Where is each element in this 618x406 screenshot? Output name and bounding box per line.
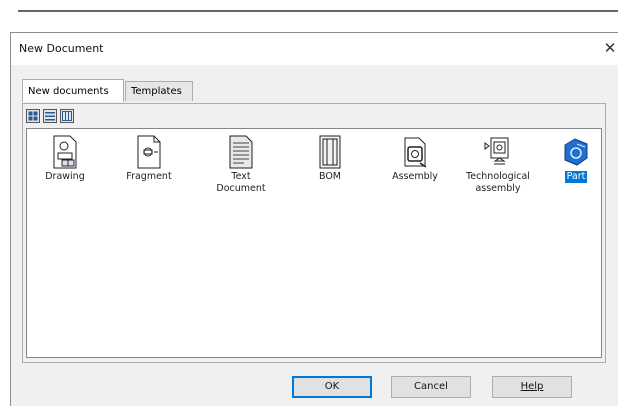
doc-label-assembly: Assembly [392, 171, 438, 182]
doc-item-drawing[interactable]: Drawing [29, 135, 101, 183]
cancel-button[interactable]: Cancel [391, 376, 471, 398]
large-icons-icon [28, 111, 38, 121]
text-document-icon [229, 135, 253, 169]
divider [18, 10, 618, 12]
document-type-list: Drawing Fragment Text Document BOM Assem… [26, 128, 602, 358]
doc-label-text-document: Text Document [216, 171, 266, 194]
doc-item-text-document[interactable]: Text Document [205, 135, 277, 195]
dialog-titlebar: New Document ✕ [11, 33, 618, 65]
new-document-dialog: New Document ✕ New documents Templates D… [10, 32, 618, 406]
assembly-icon [404, 137, 427, 168]
close-button[interactable]: ✕ [602, 39, 618, 57]
doc-label-bom: BOM [318, 171, 342, 182]
tab-panel: Drawing Fragment Text Document BOM Assem… [22, 103, 606, 363]
list-icon [45, 112, 55, 121]
dialog-title: New Document [19, 42, 104, 55]
drawing-icon [53, 135, 77, 169]
details-icon [62, 111, 72, 121]
bom-icon [319, 135, 341, 169]
background-header [0, 0, 618, 24]
ok-button[interactable]: OK [292, 376, 372, 398]
help-button-label: Help [520, 381, 544, 392]
part-icon [564, 138, 588, 166]
help-button[interactable]: Help [492, 376, 572, 398]
doc-item-technological-assembly[interactable]: Technological assembly [462, 135, 534, 195]
tab-new-documents[interactable]: New documents [22, 79, 124, 102]
doc-item-assembly[interactable]: Assembly [379, 135, 451, 183]
doc-label-technological-assembly: Technological assembly [466, 171, 530, 194]
doc-label-part: Part [564, 171, 588, 183]
doc-item-bom[interactable]: BOM [294, 135, 366, 183]
doc-label-fragment: Fragment [126, 171, 172, 182]
list-view-button[interactable] [43, 109, 57, 123]
fragment-icon [137, 135, 161, 169]
details-view-button[interactable] [60, 109, 74, 123]
doc-label-drawing: Drawing [45, 171, 85, 182]
doc-item-part[interactable]: Part [540, 135, 612, 183]
tab-templates[interactable]: Templates [125, 81, 193, 101]
large-icons-view-button[interactable] [26, 109, 40, 123]
technological-assembly-icon [484, 137, 509, 165]
doc-item-fragment[interactable]: Fragment [113, 135, 185, 183]
